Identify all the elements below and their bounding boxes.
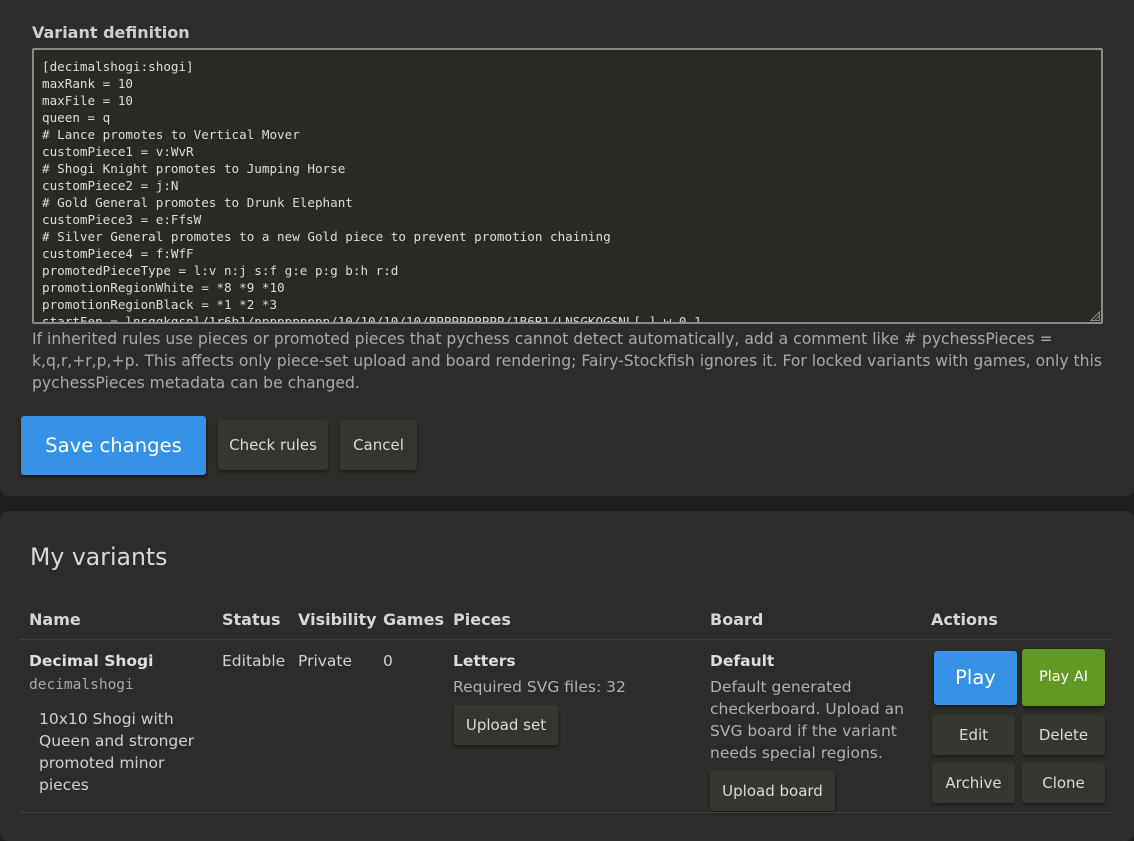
variant-definition-code[interactable]: [decimalshogi:shogi] maxRank = 10 maxFil… [34, 50, 1101, 322]
board-description: Default generated checkerboard. Upload a… [710, 678, 904, 762]
variant-definition-label: Variant definition [32, 23, 190, 42]
column-header-name: Name [29, 610, 81, 629]
variant-id: decimalshogi [29, 677, 134, 693]
status-value: Editable [222, 652, 286, 670]
column-header-actions: Actions [931, 610, 998, 629]
delete-button[interactable]: Delete [1022, 715, 1105, 755]
cancel-button[interactable]: Cancel [340, 420, 417, 470]
column-header-board: Board [710, 610, 764, 629]
check-rules-button[interactable]: Check rules [218, 420, 328, 470]
visibility-value: Private [298, 652, 353, 670]
variant-definition-textarea[interactable]: [decimalshogi:shogi] maxRank = 10 maxFil… [32, 48, 1103, 324]
column-header-status: Status [222, 610, 281, 629]
upload-set-button[interactable]: Upload set [454, 705, 558, 745]
my-variants-title: My variants [30, 543, 168, 571]
edit-button[interactable]: Edit [932, 715, 1015, 755]
table-row-divider [19, 812, 1114, 813]
archive-button[interactable]: Archive [932, 763, 1015, 803]
definition-help-text: If inherited rules use pieces or promote… [32, 330, 1103, 392]
column-header-games: Games [383, 610, 444, 629]
column-header-pieces: Pieces [453, 610, 511, 629]
resize-grip-icon[interactable] [1090, 311, 1100, 321]
pieces-requirement: Required SVG files: 32 [453, 678, 626, 696]
column-header-visibility: Visibility [298, 610, 377, 629]
table-header-divider [19, 639, 1114, 640]
variant-name: Decimal Shogi [29, 652, 154, 670]
games-count: 0 [383, 652, 393, 670]
play-button[interactable]: Play [934, 651, 1017, 705]
pieces-set-name: Letters [453, 652, 516, 670]
clone-button[interactable]: Clone [1022, 763, 1105, 803]
board-name: Default [710, 652, 775, 670]
save-changes-button[interactable]: Save changes [21, 416, 206, 475]
upload-board-button[interactable]: Upload board [710, 771, 835, 811]
variant-description: 10x10 Shogi with Queen and stronger prom… [39, 710, 195, 794]
play-ai-button[interactable]: Play AI [1022, 649, 1105, 706]
